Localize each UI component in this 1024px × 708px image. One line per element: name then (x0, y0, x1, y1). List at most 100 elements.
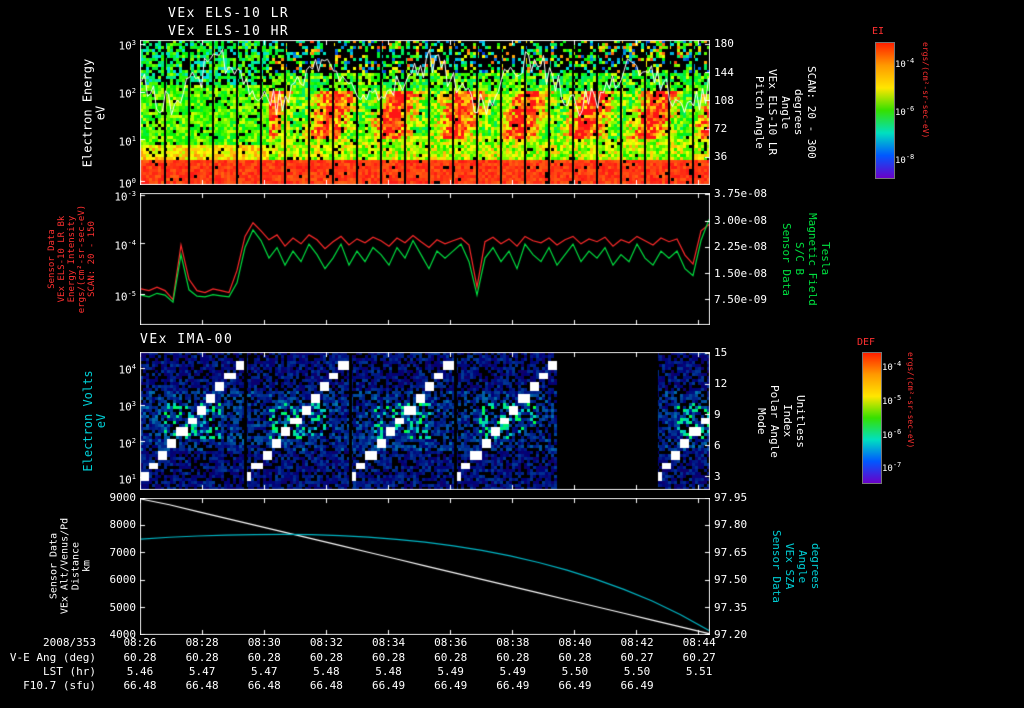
ephemeris-value: 5.51 (685, 665, 713, 678)
y-tick-label: 100 (118, 177, 136, 191)
panel1-title-line1: VEx ELS-10 LR (168, 6, 290, 21)
colorbar-tick-label: 10-7 (882, 461, 902, 475)
axis-label-line: km (81, 559, 93, 573)
ephemeris-value: 5.50 (561, 665, 589, 678)
y-tick-label: 10-3 (114, 189, 136, 204)
vex-orbit-data-plot-page: VEx ELS-10 LR VEx ELS-10 HR VEx IMA-00 E… (0, 0, 1024, 708)
y-tick-label: 10-5 (114, 289, 136, 304)
y-tick-label: 97.20 (714, 628, 748, 641)
intensity-bfield-lineplot-canvas (140, 193, 710, 325)
colorbar-tick-label: 10-4 (895, 57, 915, 71)
ephemeris-value: 60.28 (496, 651, 530, 664)
ephemeris-value: 5.49 (499, 665, 527, 678)
axis-label-line: Unitless (794, 394, 807, 448)
y-tick-label: 104 (118, 363, 136, 377)
ima-spectrogram-canvas (140, 352, 710, 490)
colorbar-tick-label: 10-5 (882, 393, 902, 407)
axis-label-line: SCAN: 20 - 300 (805, 66, 818, 159)
y-tick-label: 102 (118, 436, 136, 451)
axis-label-line: VEx Alt/Venus/Pd (59, 517, 71, 615)
ephemeris-value: 5.48 (375, 665, 402, 678)
colorbar-title-ei: EI (872, 26, 885, 37)
ephemeris-value: 66.49 (558, 679, 592, 692)
axis-label-line: Sensor Data (48, 532, 60, 600)
ephemeris-value: 5.47 (188, 665, 216, 678)
panel3-right-axis-label: Mode Polar Angle Index Unitless (755, 352, 807, 490)
ephemeris-value: 60.28 (247, 651, 281, 664)
panel1-title-line2: VEx ELS-10 HR (168, 24, 290, 39)
ephemeris-value: 66.48 (123, 679, 157, 692)
panel4-left-axis-label: Sensor Data VEx Alt/Venus/Pd Distance km (49, 498, 93, 635)
y-tick-label: 101 (118, 135, 136, 149)
axis-label-line: eV (93, 105, 108, 121)
time-tick-label: 08:40 (558, 636, 592, 649)
ephemeris-value: 66.49 (371, 679, 406, 692)
y-tick-label: 9000 (109, 491, 137, 504)
ephemeris-row-label: F10.7 (sfu) (23, 679, 96, 692)
ephemeris-value: 60.28 (434, 651, 468, 664)
axis-label-line: degrees (792, 89, 805, 136)
y-tick-label: 5000 (109, 600, 137, 614)
axis-label-line: Angle (796, 549, 809, 584)
axis-label-line: degrees (809, 543, 822, 590)
els-colorbar (875, 42, 895, 179)
ephemeris-value: 5.48 (313, 665, 340, 678)
axis-label-line: Tesla (819, 242, 832, 276)
y-tick-label: 3 (714, 469, 721, 483)
y-tick-label: 8000 (109, 518, 137, 532)
axis-label-line: Sensor Data (780, 222, 793, 296)
y-tick-label: 180 (714, 37, 734, 51)
axis-label-line: Polar Angle (768, 384, 781, 458)
y-tick-label: 10-4 (114, 238, 136, 253)
ephemeris-value: 60.27 (620, 651, 654, 664)
ephemeris-row-label: V-E Ang (deg) (9, 651, 96, 664)
ephemeris-value: 66.49 (434, 679, 468, 692)
y-tick-label: 6000 (109, 573, 137, 587)
y-tick-label: 97.35 (714, 600, 748, 614)
axis-label-line: ergs/(cm²-sr-sec-eV) (77, 204, 87, 314)
y-tick-label: 97.95 (714, 491, 748, 504)
y-tick-label: 108 (714, 93, 734, 107)
colorbar-tick-label: 10-6 (895, 104, 915, 118)
y-tick-label: 7.50e-09 (714, 292, 767, 306)
y-tick-label: 9 (714, 407, 721, 421)
time-tick-label: 08:32 (309, 636, 343, 649)
altitude-sza-lineplot-canvas (140, 498, 710, 635)
colorbar-tick-label: 10-6 (882, 427, 902, 441)
ephemeris-value: 60.28 (558, 651, 592, 664)
axis-label-line: VEx ELS-10 LR (766, 69, 779, 156)
axis-label-line: SCAN: 20 - 150 (87, 221, 97, 297)
ephemeris-value: 60.28 (309, 651, 343, 664)
ephemeris-value: 5.46 (126, 665, 154, 678)
axis-label-line: Mode (755, 407, 768, 435)
time-tick-label: 08:36 (434, 636, 468, 649)
y-tick-label: 97.50 (714, 573, 748, 587)
ephemeris-value: 66.48 (309, 679, 343, 692)
y-tick-label: 6 (714, 438, 721, 452)
y-tick-label: 3.75e-08 (714, 187, 767, 201)
els-spectrogram-canvas (140, 40, 710, 185)
time-tick-label: 08:28 (185, 636, 219, 649)
y-tick-label: 7000 (109, 545, 137, 559)
y-tick-label: 36 (714, 150, 728, 164)
axis-label-line: Sensor Data (47, 229, 57, 289)
ephemeris-value: 5.50 (623, 665, 651, 678)
panel1-left-axis-label: Electron Energy eV (81, 41, 108, 186)
panel1-right-axis-label: Pitch Angle VEx ELS-10 LR Angle degrees … (753, 40, 818, 185)
time-tick-label: 08:38 (496, 636, 530, 649)
axis-label-line: Index (781, 404, 794, 438)
ima-colorbar (862, 352, 882, 484)
axis-label-line: Energy Intensity (67, 215, 77, 303)
axis-label-line: VEx SZA (783, 543, 796, 590)
y-tick-label: 97.65 (714, 545, 748, 559)
time-tick-label: 08:34 (371, 636, 406, 649)
time-tick-label: 08:42 (620, 636, 654, 649)
ephemeris-value: 60.27 (682, 651, 716, 664)
time-tick-label: 08:44 (682, 636, 716, 649)
time-tick-label: 08:30 (247, 636, 281, 649)
ephemeris-value: 5.49 (437, 665, 464, 678)
y-tick-label: 144 (714, 65, 734, 79)
colorbar-title-def: DEF (857, 337, 876, 348)
y-tick-label: 12 (714, 376, 728, 390)
ephemeris-value: 60.28 (371, 651, 406, 664)
